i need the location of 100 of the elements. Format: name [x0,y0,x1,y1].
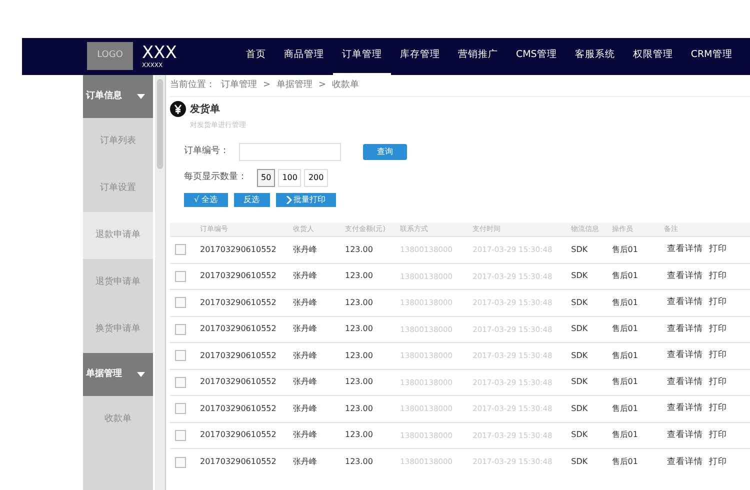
print-link[interactable]: 打印 [706,428,730,442]
view-details-link[interactable]: 查看详情 [664,456,706,468]
action-button[interactable]: √ 全选 [184,192,228,206]
table-cell: 售后01 [610,396,663,422]
nav-tab[interactable]: 商品管理 [274,38,333,75]
caret-icon [137,372,145,377]
table-cell: 201703290610552 [199,369,292,396]
row-checkbox[interactable] [175,456,186,468]
row-checkbox[interactable] [175,244,186,256]
table-cell: 123.00 [344,422,400,448]
row-checkbox[interactable] [175,430,186,441]
page-size-option[interactable]: 50 [257,168,276,186]
nav-tab[interactable]: CMS管理 [506,38,566,75]
breadcrumb-link[interactable]: 单据管理 [276,78,313,92]
row-checkbox[interactable] [175,324,186,335]
table-cell: 售后01 [610,422,663,448]
table-cell: 201703290610552 [199,263,292,290]
table-cell: SDK [570,316,611,342]
print-link[interactable]: 打印 [706,456,730,468]
table-cell: 201703290610552 [199,236,292,263]
table-cell: SDK [570,290,611,316]
view-details-link[interactable]: 查看详情 [664,349,706,362]
table-cell: SDK [570,263,611,290]
table-cell: SDK [570,422,611,448]
order-number-field[interactable] [239,142,341,160]
table-cell: 123.00 [344,396,400,422]
table-cell: SDK [570,448,611,475]
print-link[interactable]: 打印 [706,322,730,336]
table-cell: 张丹峰 [292,342,344,369]
nav-tab[interactable]: 客服系统 [566,38,624,75]
field-label: 每页显示数量： [184,170,247,184]
brand-name: XXX [142,44,177,62]
caret-icon [137,94,145,99]
table-cell: 售后01 [610,236,663,263]
scrollbar-thumb[interactable] [157,79,163,169]
action-button[interactable]: 反选 [234,192,270,206]
table-cell: 售后01 [610,263,663,290]
table-cell: 201703290610552 [199,290,292,316]
row-checkbox[interactable] [175,297,186,308]
table-cell: 售后01 [610,369,663,396]
table-cell: 售后01 [610,290,663,316]
breadcrumb-link[interactable]: 收款单 [332,78,360,92]
table-cell: 201703290610552 [199,342,292,369]
action-button[interactable]: 批量打印 [276,192,336,206]
nav-tab[interactable]: 库存管理 [390,38,449,75]
table-cell: 123.00 [344,316,400,342]
yen-icon [170,101,186,117]
table-cell: SDK [570,342,611,369]
print-link[interactable]: 打印 [706,243,730,256]
print-link[interactable]: 打印 [706,296,730,310]
breadcrumb-separator: > [263,78,271,92]
breadcrumb-separator: > [318,78,326,92]
view-details-link[interactable]: 查看详情 [664,428,706,442]
table-cell: SDK [570,396,611,422]
table-cell: 张丹峰 [292,236,344,263]
field-label: 订单编号： [184,144,229,158]
nav-tab[interactable]: 营销推广 [448,38,507,75]
nav-tab[interactable]: 首页 [236,38,275,75]
table-cell: 201703290610552 [199,448,292,475]
row-checkbox[interactable] [175,376,186,388]
nav-tab[interactable]: CRM管理 [682,38,742,75]
table-cell: 张丹峰 [292,290,344,316]
breadcrumb-link[interactable]: 订单管理 [221,78,257,92]
table-cell: SDK [570,369,611,396]
sidebar-section-header[interactable]: 单据管理 [83,353,153,396]
breadcrumb-label: 当前位置： [170,78,215,92]
page-size-option[interactable]: 200 [304,168,328,186]
row-checkbox[interactable] [175,403,186,414]
table-cell: 售后01 [610,448,663,475]
view-details-link[interactable]: 查看详情 [664,270,706,283]
table-cell: 123.00 [344,236,400,263]
table-cell: 张丹峰 [292,369,344,396]
print-link[interactable]: 打印 [706,349,730,362]
table-cell: 201703290610552 [199,316,292,342]
print-link[interactable]: 打印 [706,270,730,283]
row-checkbox[interactable] [175,350,186,362]
print-link[interactable]: 打印 [706,376,730,389]
query-button[interactable]: 查询 [363,144,407,160]
page-size-option[interactable]: 100 [278,168,302,186]
view-details-link[interactable]: 查看详情 [664,243,706,256]
nav-tab[interactable]: 订单管理 [332,38,391,75]
table-cell: 售后01 [610,316,663,342]
scrollbar[interactable] [155,75,165,490]
nav-tab[interactable]: 权限管理 [624,38,682,75]
table-cell: 123.00 [344,342,400,369]
sidebar-section-header[interactable]: 订单信息 [83,75,153,118]
view-details-link[interactable]: 查看详情 [664,296,706,310]
page-title: 发货单 [190,102,220,116]
table-cell: 张丹峰 [292,396,344,422]
table-cell: SDK [570,236,611,263]
table-cell: 张丹峰 [292,448,344,475]
table-cell: 售后01 [610,342,663,369]
view-details-link[interactable]: 查看详情 [664,376,706,389]
view-details-link[interactable]: 查看详情 [664,402,706,416]
table-cell: 张丹峰 [292,316,344,342]
view-details-link[interactable]: 查看详情 [664,322,706,336]
table-cell: 张丹峰 [292,422,344,448]
row-checkbox[interactable] [175,270,186,282]
print-link[interactable]: 打印 [706,402,730,416]
table-cell: 201703290610552 [199,396,292,422]
